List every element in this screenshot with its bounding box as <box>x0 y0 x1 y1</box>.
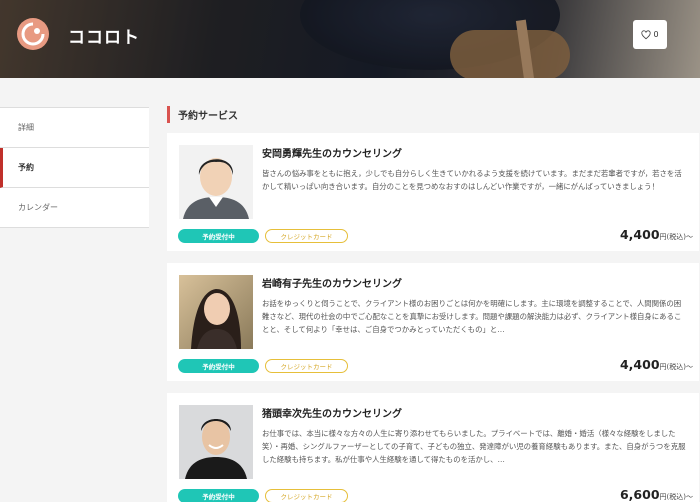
sidebar-item-details[interactable]: 詳細 <box>0 108 149 148</box>
counselor-photo <box>179 275 253 349</box>
status-badge: 予約受付中 <box>178 229 259 243</box>
service-card[interactable]: 安岡勇輝先生のカウンセリング 皆さんの悩み事をともに抱え，少しでも自分らしく生き… <box>167 133 699 251</box>
price: 4,400円(税込)〜 <box>620 227 693 242</box>
status-badge: 予約受付中 <box>178 489 259 502</box>
price-unit: 円(税込)〜 <box>659 363 693 371</box>
sidebar-item-reservation[interactable]: 予約 <box>0 148 149 188</box>
card-title[interactable]: 岩崎有子先生のカウンセリング <box>262 275 402 290</box>
card-title[interactable]: 猪頭幸次先生のカウンセリング <box>262 405 402 420</box>
card-description: お話をゆっくりと伺うことで、クライアント様のお困りごとは何かを明確にします。主に… <box>262 299 682 334</box>
price-value: 4,400 <box>619 357 660 372</box>
sidebar-nav: 詳細 予約 カレンダー <box>0 107 149 228</box>
payment-badge: クレジットカード <box>265 489 348 502</box>
service-card[interactable]: 岩崎有子先生のカウンセリング お話をゆっくりと伺うことで、クライアント様のお困り… <box>167 263 699 381</box>
price-unit: 円(税込)〜 <box>659 493 693 501</box>
price-value: 6,600 <box>619 487 660 502</box>
status-badge: 予約受付中 <box>178 359 259 373</box>
heart-icon <box>641 29 652 39</box>
counselor-photo <box>179 405 253 479</box>
favorite-count: 0 <box>653 30 659 39</box>
counselor-photo <box>179 145 253 219</box>
payment-badge: クレジットカード <box>265 229 348 243</box>
card-description: 皆さんの悩み事をともに抱え，少しでも自分らしく生きていかれるよう支援を続けていま… <box>262 169 682 191</box>
sidebar-item-calendar[interactable]: カレンダー <box>0 188 149 228</box>
card-title[interactable]: 安岡勇輝先生のカウンセリング <box>262 145 402 160</box>
service-card[interactable]: 猪頭幸次先生のカウンセリング お仕事では、本当に様々な方々の人生に寄り添わせても… <box>167 393 699 502</box>
price-unit: 円(税込)〜 <box>659 233 693 241</box>
card-description: お仕事では、本当に様々な方々の人生に寄り添わせてもらいました。プライベートでは、… <box>262 429 686 464</box>
header-banner: ココロト 0 <box>0 0 700 78</box>
price: 6,600円(税込)〜 <box>620 487 693 502</box>
price-value: 4,400 <box>619 227 660 242</box>
price: 4,400円(税込)〜 <box>620 357 693 372</box>
section-title: 予約サービス <box>167 106 238 123</box>
logo-icon[interactable] <box>16 17 50 51</box>
brand-name[interactable]: ココロト <box>68 23 140 48</box>
favorite-button[interactable]: 0 <box>633 20 667 49</box>
payment-badge: クレジットカード <box>265 359 348 373</box>
